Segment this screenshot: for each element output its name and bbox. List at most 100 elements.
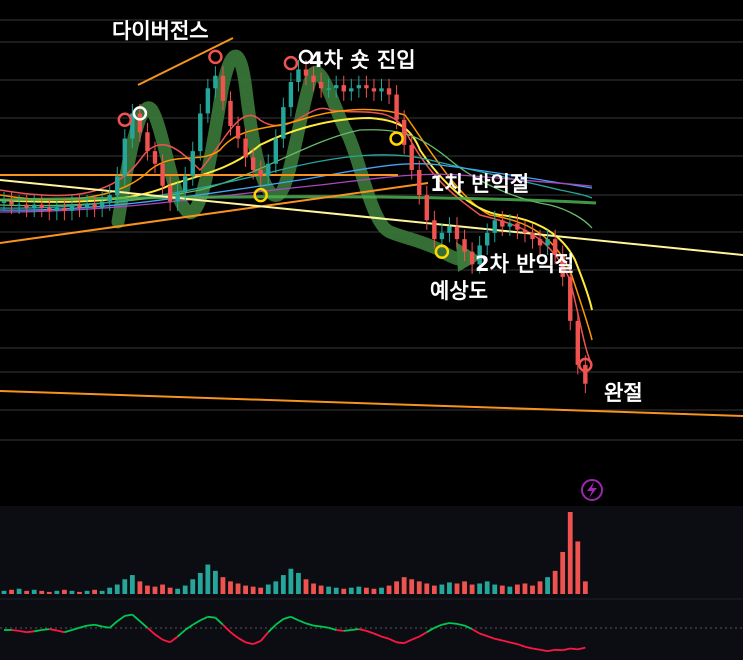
volume-bar — [69, 590, 75, 594]
trading-chart[interactable]: 다이버전스 4차 숏 진입 1차 반익절 2차 반익절 예상도 완절 — [0, 0, 743, 660]
candle-body — [213, 75, 218, 89]
candle-body — [432, 220, 437, 240]
candle-body — [228, 100, 233, 126]
candle-body — [394, 94, 399, 120]
annotation-2nd-take-profit: 2차 반익절 — [475, 252, 574, 276]
volume-bar — [371, 588, 377, 594]
volume-bar — [273, 581, 279, 594]
volume-bar — [31, 589, 37, 594]
oscillator-segment — [396, 641, 405, 645]
candle-body — [303, 69, 309, 76]
candle-body — [115, 176, 120, 196]
candle-body — [341, 85, 346, 92]
volume-bar — [379, 587, 384, 594]
volume-bar — [499, 585, 505, 594]
oscillator-segment — [86, 623, 95, 627]
candle-body — [568, 276, 573, 321]
candle-body — [152, 151, 158, 164]
volume-bar — [575, 541, 581, 594]
volume-bar — [545, 577, 550, 594]
candle-body — [537, 239, 543, 246]
candle-body — [311, 75, 316, 82]
volume-bar — [462, 581, 467, 594]
candle-body — [92, 204, 97, 208]
volume-bar — [356, 586, 362, 594]
candle-body — [439, 232, 445, 240]
oscillator-panel — [0, 600, 743, 660]
volume-bar — [77, 591, 82, 594]
candle-body — [326, 88, 331, 90]
volume-bar — [190, 579, 196, 594]
candle-body — [99, 201, 105, 208]
candle-body — [379, 88, 384, 92]
candle-body — [160, 163, 165, 186]
candle-body — [190, 151, 195, 177]
candle-body — [583, 364, 588, 384]
volume-bar — [175, 588, 181, 594]
volume-bar — [522, 583, 528, 594]
annotation-1st-take-profit: 1차 반익절 — [430, 172, 529, 196]
volume-bar — [24, 590, 30, 594]
candle-body — [122, 138, 127, 177]
volume-bar — [9, 589, 14, 594]
oscillator-segment — [336, 629, 344, 632]
volume-bar — [560, 551, 566, 594]
candle-body — [454, 226, 460, 240]
volume-bar — [84, 590, 90, 594]
candle-body — [62, 207, 67, 211]
candle-body — [107, 195, 112, 202]
volume-bar — [515, 584, 520, 594]
volume-bar — [46, 591, 52, 594]
oscillator-segment — [11, 629, 20, 632]
candle-body — [69, 204, 75, 211]
volume-bar — [39, 590, 45, 594]
volume-bar — [401, 577, 407, 594]
volume-bar — [129, 575, 135, 594]
candle-body — [492, 220, 497, 233]
candle-body — [296, 69, 301, 82]
candle-body — [145, 132, 150, 152]
candle-body — [167, 185, 173, 202]
candle-body — [9, 201, 14, 205]
candle-body — [530, 232, 535, 240]
candle-body — [575, 320, 580, 365]
volume-bar — [243, 585, 248, 594]
volume-bar — [92, 589, 97, 594]
candle-body — [522, 229, 528, 233]
volume-bar — [484, 581, 490, 594]
volume-bar — [137, 581, 143, 594]
candle-body — [16, 204, 22, 207]
volume-bar — [318, 585, 324, 594]
volume-bar — [265, 584, 271, 594]
volume-bar — [1, 590, 7, 594]
volume-bar — [122, 579, 128, 594]
volume-bar — [145, 585, 150, 594]
oscillator-segment — [351, 628, 359, 631]
oscillator-segment — [313, 624, 322, 628]
volume-bar — [492, 584, 498, 594]
candle-body — [485, 232, 490, 246]
volume-bar — [333, 587, 339, 594]
volume-bar — [62, 589, 67, 594]
candle-body — [469, 251, 475, 265]
candle-body — [205, 88, 211, 114]
candle-body — [54, 207, 60, 211]
volume-bar — [341, 588, 347, 594]
candle-body — [47, 207, 52, 211]
lightning-icon[interactable] — [581, 479, 603, 501]
volume-bar — [424, 583, 430, 594]
candle-body — [258, 170, 263, 177]
volume-bar — [582, 581, 588, 594]
oscillator-segment — [449, 622, 458, 625]
volume-bar — [348, 587, 354, 594]
oscillator-segment — [207, 615, 216, 619]
volume-bar — [288, 568, 294, 594]
candle-body — [32, 204, 37, 208]
volume-bar — [469, 584, 475, 594]
candle-body — [515, 223, 520, 230]
candle-body — [220, 75, 226, 101]
volume-bar — [167, 587, 173, 594]
candle-body — [39, 204, 44, 208]
volume-bar — [258, 587, 264, 594]
volume-bar — [311, 583, 316, 594]
